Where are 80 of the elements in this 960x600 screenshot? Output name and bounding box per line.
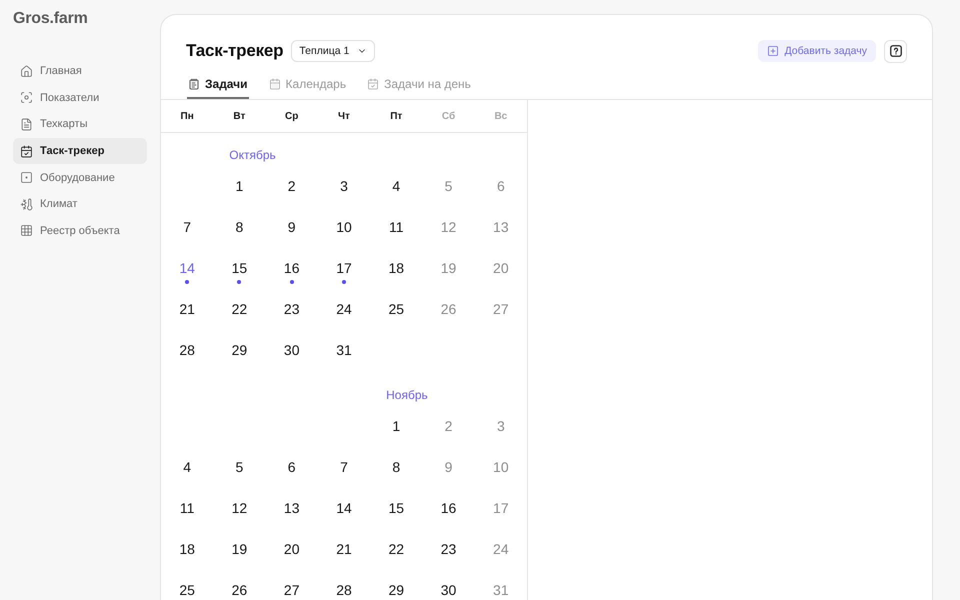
help-icon xyxy=(890,45,902,57)
calendar-day[interactable]: 25 xyxy=(179,580,195,600)
calendar-day[interactable]: 20 xyxy=(284,539,300,559)
calendar-day[interactable]: 4 xyxy=(392,176,400,196)
calendar-day[interactable]: 18 xyxy=(388,258,404,278)
month-label: Октябрь xyxy=(229,147,276,164)
page-title: Таск-трекер xyxy=(186,40,284,62)
calendar-day[interactable]: 28 xyxy=(179,340,195,360)
calendar-day[interactable]: 10 xyxy=(336,217,352,237)
weekday-label: Сб xyxy=(442,110,456,122)
calendar-day[interactable]: 26 xyxy=(232,580,248,600)
notepad-icon xyxy=(188,78,200,90)
nav-item[interactable]: Оборудование xyxy=(13,164,147,191)
help-button[interactable] xyxy=(884,40,907,62)
weekday-label: Пт xyxy=(390,110,402,122)
calendar-day[interactable]: 30 xyxy=(284,340,300,360)
home-icon xyxy=(20,64,33,78)
nav-item[interactable]: Главная xyxy=(13,58,147,85)
calendar-day[interactable]: 13 xyxy=(284,498,300,518)
calendar-day[interactable]: 3 xyxy=(340,176,348,196)
weekday-label: Ср xyxy=(285,110,298,122)
add-task-button[interactable]: Добавить задачу xyxy=(758,40,876,62)
calendar-day[interactable]: 21 xyxy=(336,539,352,559)
calendar-day[interactable]: 8 xyxy=(392,457,400,477)
calendar-day[interactable]: 7 xyxy=(340,457,348,477)
month-label: Ноябрь xyxy=(386,387,428,404)
scan-circle-icon xyxy=(20,91,33,104)
calendar-day[interactable]: 11 xyxy=(389,217,404,237)
weekday-label: Чт xyxy=(338,110,350,122)
nav-item[interactable]: Климат xyxy=(13,190,147,218)
calendar-day[interactable]: 18 xyxy=(179,539,195,559)
weekday-label: Пн xyxy=(180,110,194,122)
calendar-day[interactable]: 14 xyxy=(179,258,195,278)
thermometer-snowflake-icon xyxy=(20,198,33,211)
calendar-day[interactable]: 5 xyxy=(236,457,244,477)
calendar-day[interactable]: 1 xyxy=(236,176,244,196)
calendar-day[interactable]: 1 xyxy=(392,416,400,436)
calendar-day[interactable]: 29 xyxy=(232,340,248,360)
calendar-day[interactable]: 7 xyxy=(183,217,192,237)
calendar-day[interactable]: 17 xyxy=(336,258,352,278)
calendar-day[interactable]: 11 xyxy=(180,498,194,518)
calendar-day[interactable]: 14 xyxy=(336,498,352,518)
calendar-day[interactable]: 9 xyxy=(288,217,296,237)
nav-item[interactable]: Реестр объекта xyxy=(13,218,147,244)
weekday-label: Вт xyxy=(233,110,246,122)
calendar-day[interactable]: 23 xyxy=(440,539,456,559)
calendar-day[interactable]: 28 xyxy=(336,580,352,600)
calendar-day[interactable]: 29 xyxy=(388,580,404,600)
calendar-day[interactable]: 16 xyxy=(284,258,300,278)
calendar-day[interactable]: 27 xyxy=(284,580,300,600)
calendar-day[interactable]: 22 xyxy=(232,299,248,319)
grid-icon xyxy=(20,224,33,238)
calendar-day[interactable]: 15 xyxy=(232,258,248,278)
logo: Gros.farm xyxy=(13,10,88,28)
calendar-day[interactable]: 22 xyxy=(388,539,404,559)
nav-item[interactable]: Показатели xyxy=(13,84,147,112)
calendar-check-icon xyxy=(20,144,33,158)
nav-item[interactable]: Техкарты xyxy=(13,111,147,138)
plus-square-icon xyxy=(766,45,779,57)
calendar-day[interactable]: 12 xyxy=(232,498,248,518)
document-icon xyxy=(20,118,33,131)
calendar-day[interactable]: 8 xyxy=(236,217,244,237)
calendar-day[interactable]: 25 xyxy=(388,299,404,319)
calendar-day[interactable]: 23 xyxy=(284,299,300,319)
weekday-label: Вс xyxy=(494,110,508,122)
calendar-check-icon xyxy=(367,78,380,90)
calendar-day[interactable]: 6 xyxy=(288,457,296,477)
greenhouse-select[interactable]: Теплица 1 xyxy=(291,40,376,62)
calendar-day[interactable]: 31 xyxy=(336,340,352,360)
calendar-icon xyxy=(268,78,281,90)
calendar-day[interactable]: 2 xyxy=(288,176,296,196)
calendar-day[interactable]: 21 xyxy=(179,299,195,319)
calendar-day[interactable]: 16 xyxy=(440,498,456,518)
calendar-day[interactable]: 24 xyxy=(336,299,352,319)
nav-item[interactable]: Таск-трекер xyxy=(13,138,147,164)
calendar-day[interactable]: 15 xyxy=(388,498,404,518)
calendar-day[interactable]: 19 xyxy=(232,539,248,559)
calendar-day[interactable]: 4 xyxy=(183,457,192,477)
tab[interactable]: Задачи xyxy=(187,70,249,99)
calendar-day[interactable]: 30 xyxy=(440,580,456,600)
